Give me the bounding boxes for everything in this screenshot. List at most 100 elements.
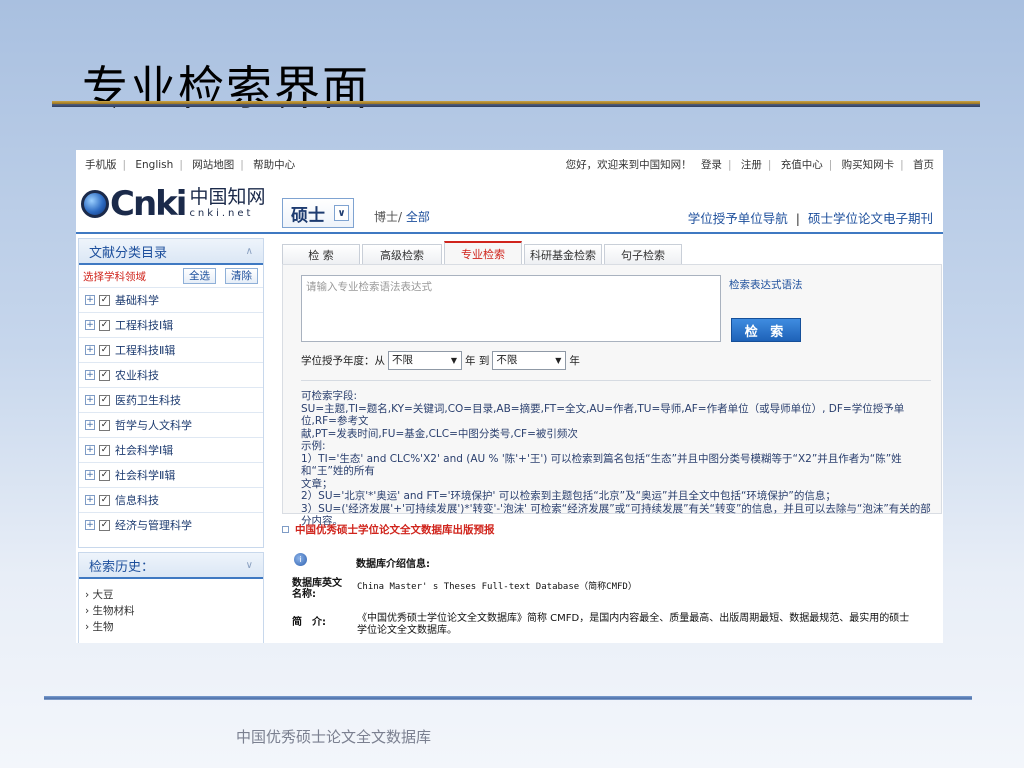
checkbox[interactable]: ✓ [99, 319, 110, 331]
history-item[interactable]: › 生物 [79, 619, 263, 635]
expand-icon[interactable]: + [85, 445, 95, 455]
example-line: 1）TI='生态' and CLC%'X2' and (AU % '陈'+'王'… [301, 452, 902, 478]
searchable-fields-help: 可检索字段: SU=主题,TI=题名,KY=关键词,CO=目录,AB=摘要,FT… [301, 390, 937, 528]
top-bar: 手机版 | English | 网站地图 | 帮助中心 您好，欢迎来到中国知网！ 登录… [76, 150, 943, 178]
register-link[interactable]: 注册 [741, 159, 762, 171]
divider [301, 380, 931, 381]
header-nav: 学位授予单位导航 | 硕士学位论文电子期刊 [687, 211, 933, 226]
brief-value: 《中国优秀硕士学位论文全文数据库》简称 CMFD，是国内内容最全、质量最高、出版… [357, 613, 910, 636]
tab-professional-search[interactable]: 专业检索 [444, 241, 522, 264]
category-item[interactable]: + ✓ 农业科技 [79, 362, 263, 387]
sitemap-link[interactable]: 网站地图 [192, 159, 234, 171]
tab-basic-search[interactable]: 检 索 [282, 244, 360, 264]
title-underline [52, 101, 980, 107]
collapse-icon[interactable]: ∧ [246, 246, 253, 257]
dropdown-arrow-icon: ▼ [450, 356, 457, 365]
history-header[interactable]: 检索历史： ∨ [79, 553, 263, 579]
year-filter: 学位授予年度： 从 不限 ▼ 年 到 不限 ▼ 年 [301, 351, 580, 370]
expression-input[interactable]: 请输入专业检索语法表达式 [301, 275, 721, 342]
checkbox[interactable]: ✓ [99, 419, 110, 431]
expand-icon[interactable]: ∨ [246, 560, 253, 571]
expand-icon[interactable]: + [85, 295, 95, 305]
tab-advanced-search[interactable]: 高级检索 [362, 244, 442, 264]
mobile-link[interactable]: 手机版 [85, 159, 117, 171]
category-item[interactable]: + ✓ 信息科技 [79, 487, 263, 512]
recharge-link[interactable]: 充值中心 [781, 159, 823, 171]
slide-title: 专业检索界面 [82, 61, 370, 115]
fields-line: SU=主题,TI=题名,KY=关键词,CO=目录,AB=摘要,FT=全文,AU=… [301, 402, 905, 428]
nav-ejournal[interactable]: 硕士学位论文电子期刊 [808, 211, 933, 226]
tab-fund-search[interactable]: 科研基金检索 [524, 244, 602, 264]
globe-icon [81, 189, 109, 218]
english-name-value: China Master' s Theses Full-text Databas… [357, 582, 637, 592]
expand-icon[interactable]: + [85, 470, 95, 480]
search-button[interactable]: 检 索 [731, 318, 801, 342]
category-item[interactable]: + ✓ 经济与管理科学 [79, 512, 263, 537]
clear-button[interactable]: 清除 [225, 268, 258, 284]
login-link[interactable]: 登录 [701, 159, 722, 171]
checkbox[interactable]: ✓ [99, 369, 110, 381]
english-name-label: 数据库英文 名称: [292, 578, 342, 600]
category-item[interactable]: + ✓ 基础科学 [79, 287, 263, 312]
publication-notice[interactable]: 中国优秀硕士学位论文全文数据库出版预报 [282, 522, 942, 537]
info-icon: i [294, 553, 307, 566]
category-item[interactable]: + ✓ 工程科技Ⅱ辑 [79, 337, 263, 362]
welcome-text: 您好，欢迎来到中国知网！ [565, 158, 692, 171]
checkbox[interactable]: ✓ [99, 519, 110, 531]
category-item[interactable]: + ✓ 社会科学Ⅱ辑 [79, 462, 263, 487]
logo-chinese: 中国知网 [189, 186, 266, 208]
category-item[interactable]: + ✓ 医药卫生科技 [79, 387, 263, 412]
from-label: 从 [374, 355, 386, 367]
checkbox[interactable]: ✓ [99, 444, 110, 456]
expand-icon[interactable]: + [85, 370, 95, 380]
checkbox[interactable]: ✓ [99, 294, 110, 306]
catalog-header[interactable]: 文献分类目录 ∧ [79, 239, 263, 265]
account-links: 您好，欢迎来到中国知网！ 登录 | 注册 | 充值中心 | 购买知网卡 | 首页 [565, 158, 934, 171]
fields-line: 献,PT=发表时间,FU=基金,CLC=中图分类号,CF=被引频次 [301, 427, 578, 440]
category-item[interactable]: + ✓ 工程科技Ⅰ辑 [79, 312, 263, 337]
site-header: Cnki 中国知网 cnki.net 硕士 ∨ 博士/ 全部 学位授予单位导航 |… [76, 180, 943, 234]
expand-icon[interactable]: + [85, 495, 95, 505]
dropdown-arrow-icon: ▼ [555, 356, 562, 365]
crumb-prefix[interactable]: 博士/ [374, 210, 402, 224]
slide-footer: 中国优秀硕士论文全文数据库 [236, 728, 432, 746]
expand-icon[interactable]: + [85, 345, 95, 355]
expand-icon[interactable]: + [85, 395, 95, 405]
example-line: 文章； [301, 477, 333, 490]
checkbox[interactable]: ✓ [99, 394, 110, 406]
degree-type-select[interactable]: 硕士 ∨ [282, 198, 354, 228]
expand-icon[interactable]: + [85, 320, 95, 330]
search-panel: 请输入专业检索语法表达式 检索表达式语法 检 索 学位授予年度： 从 不限 ▼ 年… [282, 264, 942, 527]
year-from-select[interactable]: 不限 ▼ [388, 351, 462, 370]
buy-card-link[interactable]: 购买知网卡 [842, 159, 895, 171]
expand-icon[interactable]: + [85, 520, 95, 530]
syntax-help-link[interactable]: 检索表达式语法 [729, 277, 803, 292]
brief-label: 简 介: [292, 617, 326, 628]
checkbox[interactable]: ✓ [99, 344, 110, 356]
catalog-title: 文献分类目录 [89, 245, 168, 261]
breadcrumb: 博士/ 全部 [374, 208, 430, 225]
checkbox[interactable]: ✓ [99, 469, 110, 481]
category-item[interactable]: + ✓ 哲学与人文科学 [79, 412, 263, 437]
english-link[interactable]: English [135, 159, 173, 171]
catalog-tools: 选择学科领域 全选 清除 [79, 265, 263, 287]
tab-sentence-search[interactable]: 句子检索 [604, 244, 682, 264]
cnki-screenshot: 手机版 | English | 网站地图 | 帮助中心 您好，欢迎来到中国知网！ 登录… [76, 150, 943, 643]
category-item[interactable]: + ✓ 社会科学Ⅰ辑 [79, 437, 263, 462]
expand-icon[interactable]: + [85, 420, 95, 430]
year-to-select[interactable]: 不限 ▼ [492, 351, 567, 370]
year-label: 学位授予年度： [301, 355, 375, 367]
home-link[interactable]: 首页 [913, 159, 934, 171]
select-all-button[interactable]: 全选 [183, 268, 216, 284]
checkbox[interactable]: ✓ [99, 494, 110, 506]
history-item[interactable]: › 生物材料 [79, 603, 263, 619]
history-item[interactable]: › 大豆 [79, 587, 263, 603]
year-to-label: 年 到 [465, 355, 490, 367]
help-link[interactable]: 帮助中心 [253, 159, 295, 171]
search-tabs: 检 索 高级检索 专业检索 科研基金检索 句子检索 [282, 241, 684, 264]
crumb-all-link[interactable]: 全部 [406, 210, 430, 224]
logo-url: cnki.net [189, 208, 254, 219]
nav-degree-units[interactable]: 学位授予单位导航 [688, 211, 788, 226]
cnki-logo[interactable]: Cnki 中国知网 cnki.net [81, 186, 266, 221]
history-panel: 检索历史： ∨ › 大豆 › 生物材料 › 生物 [78, 552, 264, 643]
